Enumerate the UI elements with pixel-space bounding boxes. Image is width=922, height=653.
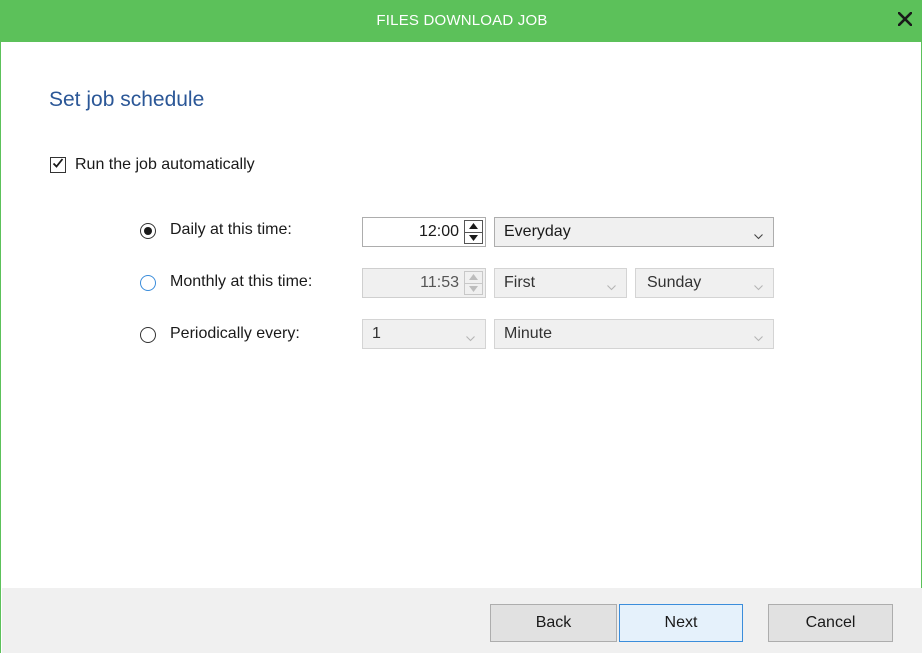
daily-radio[interactable] — [140, 223, 156, 239]
monthly-week-dropdown[interactable]: First — [494, 268, 627, 298]
checkmark-icon — [52, 156, 64, 174]
daily-time-value: 12:00 — [418, 223, 459, 240]
close-icon — [897, 10, 913, 31]
monthly-time-value: 11:53 — [420, 274, 459, 291]
periodic-count-dropdown[interactable]: 1 — [362, 319, 486, 349]
arrow-down-icon[interactable] — [464, 232, 483, 244]
daily-time-spinner[interactable]: 12:00 — [362, 217, 486, 247]
periodic-count-value: 1 — [372, 325, 381, 342]
chevron-down-icon — [754, 227, 763, 245]
auto-run-checkbox[interactable] — [50, 157, 66, 173]
daily-frequency-value: Everyday — [504, 223, 571, 240]
window-title: FILES DOWNLOAD JOB — [376, 12, 548, 29]
chevron-down-icon — [754, 278, 763, 296]
arrow-down-icon[interactable] — [464, 283, 483, 295]
monthly-day-dropdown[interactable]: Sunday — [635, 268, 774, 298]
arrow-up-icon[interactable] — [464, 271, 483, 284]
monthly-day-value: Sunday — [647, 274, 702, 291]
monthly-radio[interactable] — [140, 275, 156, 291]
close-button[interactable] — [893, 9, 917, 33]
periodic-label: Periodically every: — [170, 325, 300, 342]
monthly-time-spinner[interactable]: 11:53 — [362, 268, 486, 298]
title-bar: FILES DOWNLOAD JOB — [1, 0, 922, 42]
back-button[interactable]: Back — [490, 604, 617, 642]
cancel-button[interactable]: Cancel — [768, 604, 893, 642]
chevron-down-icon — [466, 329, 475, 347]
daily-frequency-dropdown[interactable]: Everyday — [494, 217, 774, 247]
periodic-radio[interactable] — [140, 327, 156, 343]
chevron-down-icon — [754, 329, 763, 347]
periodic-unit-value: Minute — [504, 325, 553, 342]
page-title: Set job schedule — [49, 88, 205, 111]
periodic-unit-dropdown[interactable]: Minute — [494, 319, 774, 349]
auto-run-label: Run the job automatically — [75, 156, 255, 173]
auto-run-option[interactable]: Run the job automatically — [50, 156, 255, 174]
next-button[interactable]: Next — [619, 604, 743, 642]
daily-label: Daily at this time: — [170, 221, 292, 238]
arrow-up-icon[interactable] — [464, 220, 483, 233]
monthly-label: Monthly at this time: — [170, 273, 313, 290]
monthly-week-value: First — [504, 274, 536, 291]
chevron-down-icon — [607, 278, 616, 296]
radio-selected-dot — [144, 227, 152, 235]
dialog-window: FILES DOWNLOAD JOB Set job schedule Run … — [0, 0, 922, 653]
